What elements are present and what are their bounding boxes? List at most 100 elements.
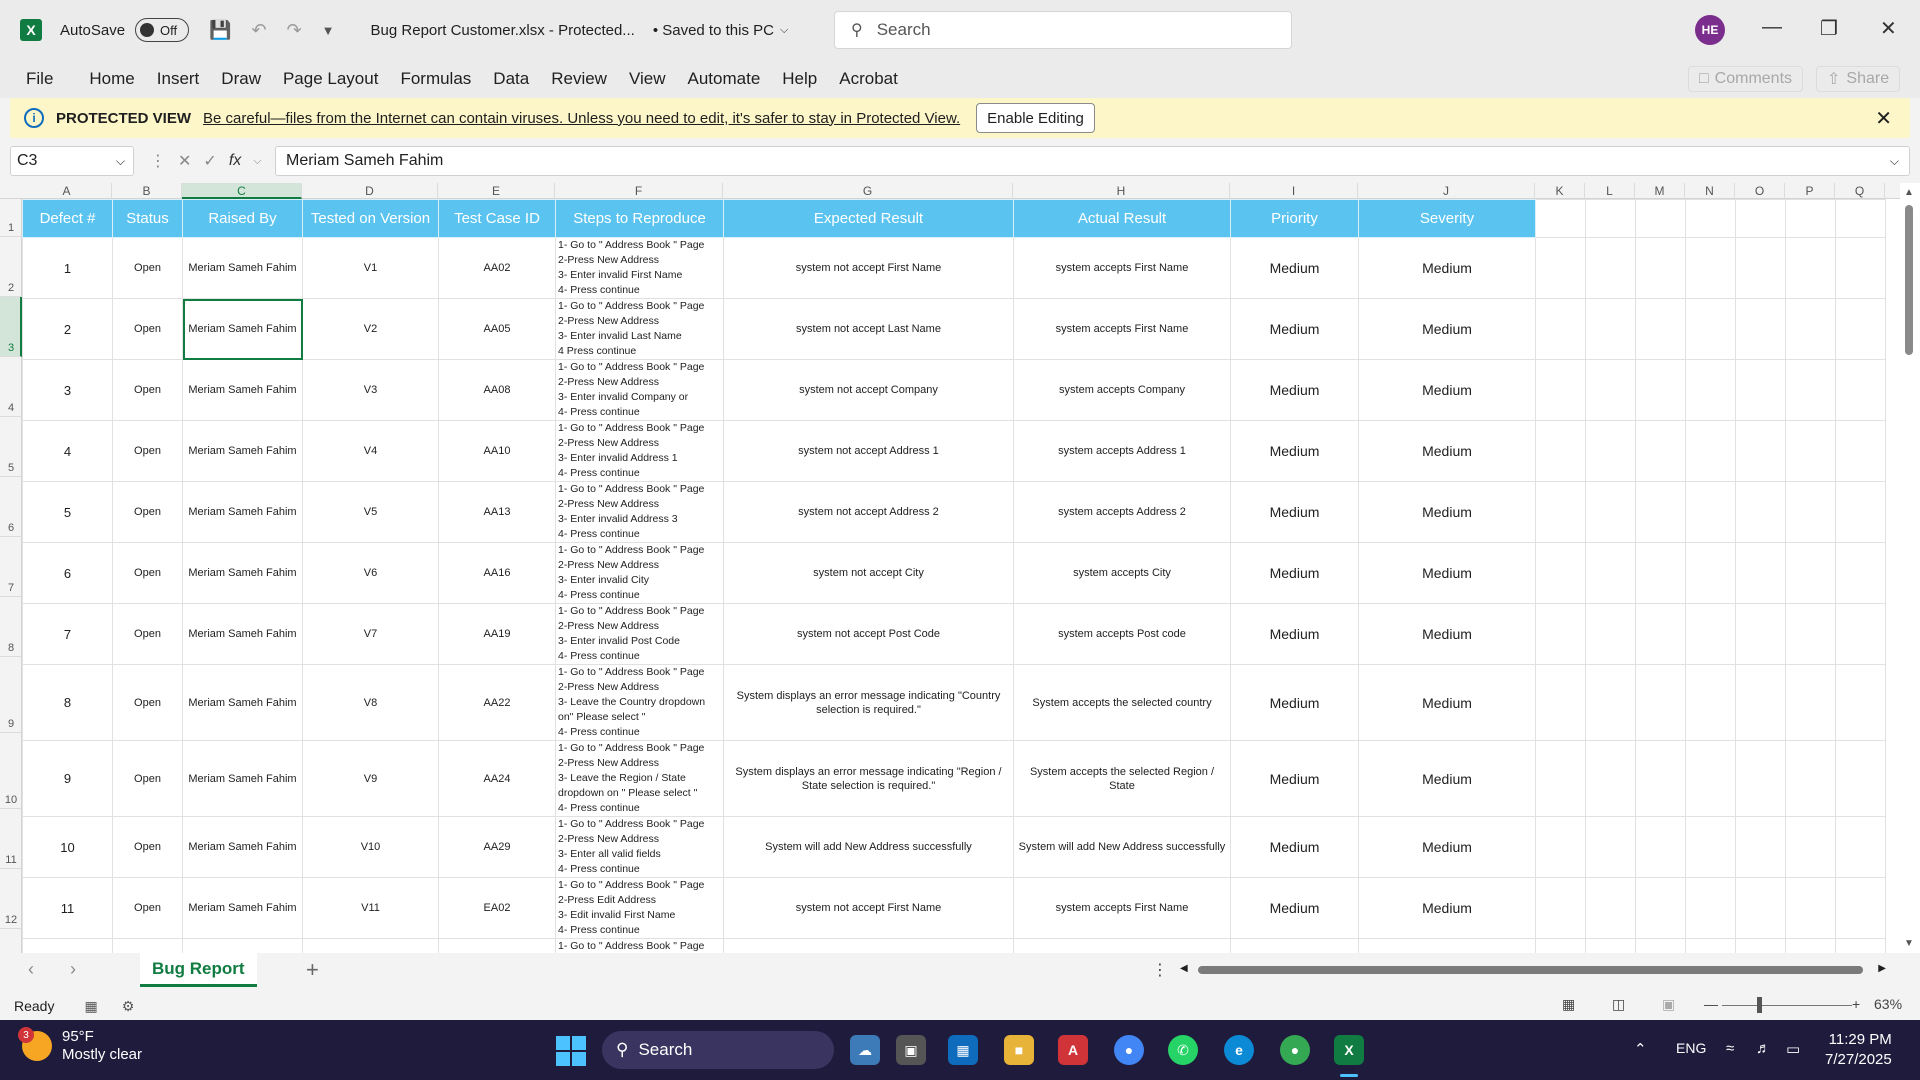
chevron-down-icon[interactable]: ⌵ [253,155,261,168]
volume-icon[interactable]: ♬ [1756,1040,1771,1057]
cell-version[interactable]: V5 [302,481,439,543]
empty-cell[interactable] [1785,938,1836,953]
close-window-icon[interactable]: ✕ [1880,16,1897,41]
more-options-icon[interactable]: ⋮ [150,151,166,171]
cell-actual[interactable]: System accepts the selected Region / Sta… [1013,740,1231,817]
cell-priority[interactable]: Medium [1230,420,1359,482]
cell-severity[interactable]: Medium [1358,603,1536,665]
cell-steps[interactable]: 1- Go to " Address Book " Page 2-Press Ne… [555,740,724,817]
header-cell[interactable]: Defect # [22,199,113,238]
empty-cell[interactable] [1685,359,1736,421]
row-header[interactable]: 6 [0,477,22,537]
cell-test-case[interactable]: AA29 [438,816,556,878]
empty-cell[interactable] [1685,816,1736,878]
row-header[interactable]: 11 [0,809,22,869]
column-header[interactable]: A [22,183,112,199]
cell-priority[interactable]: Medium [1230,481,1359,543]
formula-input[interactable]: Meriam Sameh Fahim ⌵ [275,146,1910,176]
cell-raised-by[interactable]: Meriam Sameh Fahim [182,237,303,299]
cell-severity[interactable]: Medium [1358,481,1536,543]
column-header[interactable]: O [1735,183,1785,199]
cell-priority[interactable]: Medium [1230,877,1359,939]
tab-draw[interactable]: Draw [221,69,261,89]
empty-cell[interactable] [1785,603,1836,665]
comments-button[interactable]: □ Comments [1688,66,1804,92]
column-header[interactable]: L [1585,183,1635,199]
header-cell[interactable]: Raised By [182,199,303,238]
cell-version[interactable]: V9 [302,740,439,817]
header-cell[interactable]: Severity [1358,199,1536,238]
cell-actual[interactable]: system accepts City [1013,542,1231,604]
empty-cell[interactable] [1735,199,1786,238]
tab-insert[interactable]: Insert [157,69,200,89]
zoom-slider-handle[interactable] [1757,997,1762,1013]
empty-cell[interactable] [1585,199,1636,238]
empty-cell[interactable] [1835,420,1886,482]
empty-cell[interactable] [1635,420,1686,482]
empty-cell[interactable] [1735,740,1786,817]
spreadsheet-grid[interactable]: ABCDEFGHIJKLMNOPQ 1 2 3 4 5 6 7 8 9 10 11 12 Defect… [0,183,1920,953]
cell-expected[interactable]: system not accept Company [723,359,1014,421]
battery-icon[interactable]: ▭ [1786,1040,1800,1058]
avatar[interactable]: HE [1695,15,1725,45]
customize-toolbar-icon[interactable]: ▼ [322,23,335,38]
widgets-app-icon[interactable]: ☁ [850,1035,880,1065]
row-header[interactable]: 7 [0,537,22,597]
empty-cell[interactable] [1685,877,1736,939]
cell-severity[interactable]: Medium [1358,237,1536,299]
cell-raised-by[interactable]: Meriam Sameh Fahim [182,664,303,741]
scroll-left-icon[interactable]: ◀ [1180,963,1188,974]
empty-cell[interactable] [1735,420,1786,482]
empty-cell[interactable] [1535,740,1586,817]
empty-cell[interactable] [1635,938,1686,953]
cell-actual[interactable]: system accepts First Name [1013,237,1231,299]
empty-cell[interactable] [1585,603,1636,665]
save-icon[interactable]: 💾 [209,20,231,41]
column-header[interactable]: M [1635,183,1685,199]
empty-cell[interactable] [1635,237,1686,299]
search-input[interactable]: ⚲ Search [834,11,1292,49]
cell-id[interactable]: 11 [22,877,113,939]
cell-test-case[interactable]: AA02 [438,237,556,299]
tab-view[interactable]: View [629,69,666,89]
macro-recorder-icon[interactable]: ⚙ [122,998,135,1015]
row-header[interactable]: 10 [0,733,22,809]
cell-status[interactable]: Open [112,359,183,421]
cell-test-case[interactable]: AA22 [438,664,556,741]
cell-test-case[interactable]: AA19 [438,603,556,665]
file-explorer-icon[interactable]: ■ [1004,1035,1034,1065]
system-clock[interactable]: 11:29 PM 7/27/2025 [1825,1030,1892,1070]
cell-id[interactable] [22,938,113,953]
cell-actual[interactable]: system accepts Address 2 [1013,481,1231,543]
cell-steps[interactable]: 1- Go to " Address Book " Page 2-Press Ne… [555,420,724,482]
cell-version[interactable]: V11 [302,877,439,939]
empty-cell[interactable] [1685,237,1736,299]
empty-cell[interactable] [1535,481,1586,543]
excel-app-icon[interactable]: X [1334,1035,1364,1065]
empty-cell[interactable] [1685,199,1736,238]
enable-editing-button[interactable]: Enable Editing [976,103,1095,133]
cell-status[interactable]: Open [112,603,183,665]
acrobat-app-icon[interactable]: A [1058,1035,1088,1065]
empty-cell[interactable] [1685,664,1736,741]
cell-steps[interactable]: 1- Go to " Address Book " Page 2-Press Ne… [555,298,724,360]
cell-expected[interactable]: System displays an error message indicat… [723,740,1014,817]
empty-cell[interactable] [1835,237,1886,299]
column-header[interactable]: H [1013,183,1230,199]
tab-automate[interactable]: Automate [688,69,761,89]
row-header[interactable]: 12 [0,869,22,929]
cell-priority[interactable]: Medium [1230,359,1359,421]
cell-id[interactable]: 5 [22,481,113,543]
empty-cell[interactable] [1785,420,1836,482]
empty-cell[interactable] [1685,938,1736,953]
header-cell[interactable]: Tested on Version [302,199,439,238]
empty-cell[interactable] [1735,877,1786,939]
empty-cell[interactable] [1635,481,1686,543]
cell-actual[interactable] [1013,938,1231,953]
cell-steps[interactable]: 1- Go to " Address Book " Page 2-Press Ne… [555,359,724,421]
page-break-view-icon[interactable]: ▣ [1662,996,1675,1013]
cell-expected[interactable] [723,938,1014,953]
cell-priority[interactable]: Medium [1230,816,1359,878]
cell-version[interactable] [302,938,439,953]
cell-priority[interactable]: Medium [1230,237,1359,299]
